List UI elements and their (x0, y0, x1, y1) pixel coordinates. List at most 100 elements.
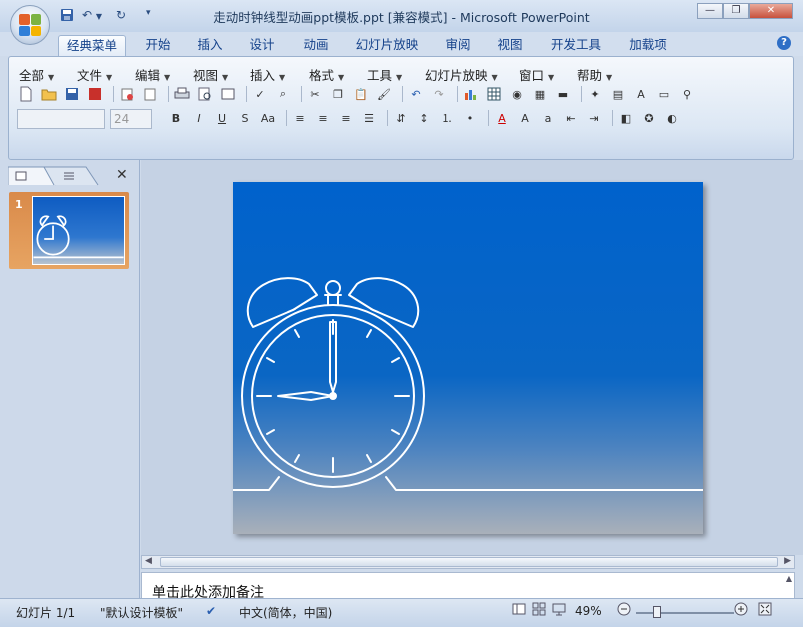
copy-icon[interactable]: ❐ (329, 85, 347, 103)
paste-icon[interactable]: 📋 (352, 85, 370, 103)
attach-icon[interactable] (141, 85, 159, 103)
research-icon[interactable]: ⌕ (274, 85, 292, 103)
shrink-font-icon[interactable]: a (539, 109, 557, 127)
color-scheme-icon[interactable]: ▬ (554, 85, 572, 103)
chart-icon[interactable] (462, 85, 480, 103)
tab-slideshow[interactable]: 幻灯片放映 (350, 35, 424, 56)
picture-icon[interactable]: ▦ (531, 85, 549, 103)
language-status[interactable]: 中文(简体，中国) (239, 604, 332, 621)
shape-icon[interactable]: ◐ (663, 109, 681, 127)
print-preview-icon[interactable] (196, 85, 214, 103)
menu-format[interactable]: 格式 ▼ (309, 65, 344, 84)
layout-icon[interactable]: ▤ (609, 85, 627, 103)
format-painter-icon[interactable]: 🖌 (375, 85, 393, 103)
help-icon[interactable]: ? (777, 36, 791, 50)
zoom-slider-thumb[interactable] (653, 606, 661, 618)
spelling-icon[interactable]: ✓ (251, 85, 269, 103)
decrease-indent-icon[interactable]: ⇤ (562, 109, 580, 127)
increase-indent-icon[interactable]: ⇥ (585, 109, 603, 127)
fit-window-icon[interactable] (758, 602, 772, 619)
menu-file[interactable]: 文件 ▼ (77, 65, 112, 84)
numbering-icon[interactable]: ⒈ (438, 109, 456, 127)
new-slide-icon[interactable]: ✦ (586, 85, 604, 103)
normal-view-icon[interactable] (512, 602, 526, 619)
tab-addins[interactable]: 加载项 (620, 35, 676, 56)
animation-icon[interactable]: ✪ (640, 109, 658, 127)
justify-icon[interactable]: ☰ (360, 109, 378, 127)
align-right-icon[interactable]: ≡ (337, 109, 355, 127)
tab-developer[interactable]: 开发工具 (544, 35, 608, 56)
menu-tools[interactable]: 工具 ▼ (367, 65, 402, 84)
zoom-out-icon[interactable] (617, 602, 631, 619)
open-icon[interactable] (40, 85, 58, 103)
grow-font-icon[interactable]: A (516, 109, 534, 127)
align-left-icon[interactable]: ≡ (291, 109, 309, 127)
scroll-right-icon[interactable]: ▶ (784, 556, 791, 566)
menu-edit[interactable]: 编辑 ▼ (135, 65, 170, 84)
close-button[interactable]: ✕ (749, 3, 793, 19)
cut-icon[interactable]: ✂ (306, 85, 324, 103)
tab-classic-menu[interactable]: 经典菜单 (58, 35, 126, 56)
align-center-icon[interactable]: ≡ (314, 109, 332, 127)
tab-review[interactable]: 审阅 (436, 35, 480, 56)
zoom-slider-track[interactable] (636, 612, 734, 614)
menu-view[interactable]: 视图 ▼ (193, 65, 228, 84)
save-toolbar-icon[interactable] (63, 85, 81, 103)
line-spacing-icon[interactable]: ↕ (415, 109, 433, 127)
slide-canvas[interactable] (149, 182, 704, 534)
redo-icon[interactable]: ↻ (116, 8, 126, 24)
font-size-box[interactable]: 24 (110, 109, 152, 129)
slide-thumbnail[interactable] (32, 196, 125, 265)
menu-insert[interactable]: 插入 ▼ (250, 65, 285, 84)
office-button[interactable] (10, 5, 50, 45)
textbox-icon[interactable]: A (632, 85, 650, 103)
undo-icon[interactable]: ↶ ▼ (82, 8, 102, 24)
scroll-thumb[interactable] (160, 557, 778, 567)
table-icon[interactable] (485, 85, 503, 103)
underline-button[interactable]: U (213, 109, 231, 127)
menu-help[interactable]: 帮助 ▼ (577, 65, 612, 84)
menu-slideshow[interactable]: 幻灯片放映 ▼ (425, 65, 498, 84)
horizontal-scrollbar[interactable]: ◀ ▶ (141, 555, 795, 569)
text-direction-icon[interactable]: ⇵ (392, 109, 410, 127)
font-color-icon[interactable]: A (493, 109, 511, 127)
spell-check-icon[interactable]: ✔ (206, 604, 216, 618)
slideshow-view-icon[interactable] (552, 602, 566, 619)
clipart-icon[interactable]: ◉ (508, 85, 526, 103)
tab-animations[interactable]: 动画 (294, 35, 338, 56)
zoom-search-icon[interactable]: ⚲ (678, 85, 696, 103)
tab-design[interactable]: 设计 (240, 35, 284, 56)
print-icon[interactable] (173, 85, 191, 103)
menu-window[interactable]: 窗口 ▼ (519, 65, 554, 84)
save-icon[interactable] (60, 8, 74, 24)
notes-scroll-up-icon[interactable]: ▲ (786, 574, 792, 583)
undo-toolbar-icon[interactable]: ↶ (407, 85, 425, 103)
shadow-button[interactable]: S (236, 109, 254, 127)
design-icon[interactable]: ◧ (617, 109, 635, 127)
notes-pane[interactable]: 单击此处添加备注 ▲ (141, 572, 795, 601)
slide-view-icon[interactable] (219, 85, 237, 103)
minimize-button[interactable]: — (697, 3, 723, 19)
tab-outline[interactable] (50, 166, 86, 184)
close-pane-icon[interactable]: ✕ (116, 167, 128, 183)
permission-icon[interactable] (118, 85, 136, 103)
pdf-icon[interactable] (86, 85, 104, 103)
folder-icon[interactable]: ▭ (655, 85, 673, 103)
tab-view[interactable]: 视图 (488, 35, 532, 56)
tab-insert[interactable]: 插入 (188, 35, 232, 56)
italic-button[interactable]: I (190, 109, 208, 127)
bullets-icon[interactable]: • (461, 109, 479, 127)
change-case-button[interactable]: Aa (259, 109, 277, 127)
tab-slides[interactable] (8, 166, 44, 184)
slide-sorter-icon[interactable] (532, 602, 546, 619)
redo-toolbar-icon[interactable]: ↷ (430, 85, 448, 103)
zoom-level[interactable]: 49% (575, 604, 602, 618)
bold-button[interactable]: B (167, 109, 185, 127)
font-name-box[interactable] (17, 109, 105, 129)
menu-all[interactable]: 全部 ▼ (19, 65, 54, 84)
tab-home[interactable]: 开始 (136, 35, 180, 56)
restore-button[interactable]: ❐ (723, 3, 749, 19)
scroll-left-icon[interactable]: ◀ (145, 556, 152, 566)
zoom-in-icon[interactable] (734, 602, 748, 619)
new-icon[interactable] (17, 85, 35, 103)
